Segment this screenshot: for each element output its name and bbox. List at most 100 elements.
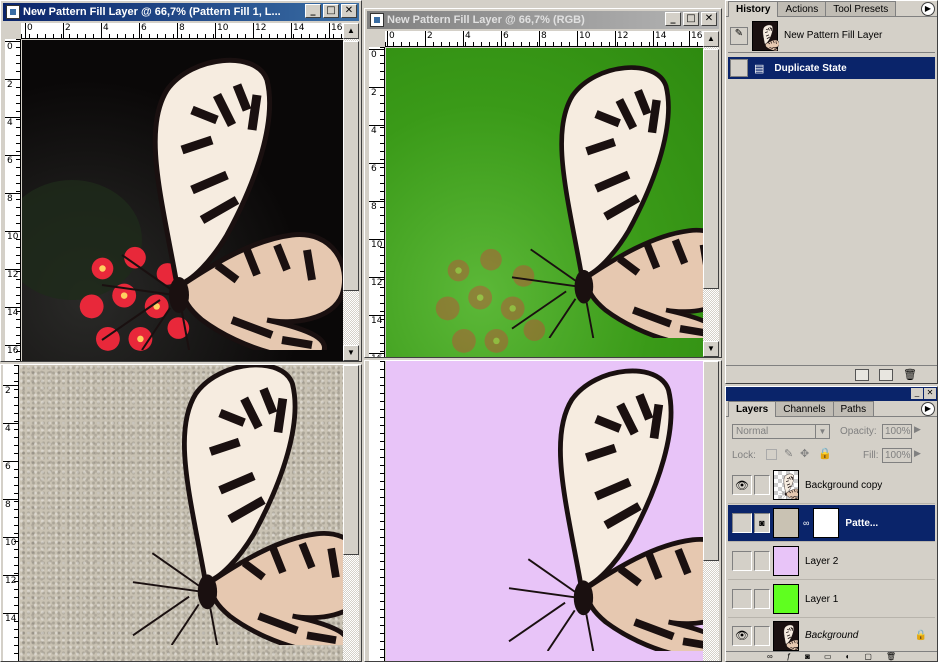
layers-panel-titlebar[interactable]: _ ✕ xyxy=(726,387,937,401)
minimize-button[interactable]: _ xyxy=(305,4,321,18)
lock-transparency-icon[interactable] xyxy=(766,449,777,460)
fill-arrow-icon[interactable]: ▶ xyxy=(914,448,921,459)
panel-minimize-button[interactable]: _ xyxy=(911,388,923,399)
history-state-row[interactable]: ▤ Duplicate State xyxy=(728,57,935,79)
document-window-3[interactable]: 2 4 6 8 10 12 14 xyxy=(0,364,362,662)
ruler-tick: 12 xyxy=(369,277,384,288)
eye-toggle-empty[interactable] xyxy=(732,551,752,571)
panel-close-button[interactable]: ✕ xyxy=(924,388,936,399)
eye-icon[interactable]: 👁 xyxy=(732,475,752,495)
layer-link-box[interactable] xyxy=(754,551,770,571)
canvas-stone-pattern[interactable] xyxy=(20,365,343,661)
maximize-button[interactable]: □ xyxy=(323,4,339,18)
eye-toggle-empty[interactable] xyxy=(732,589,752,609)
adjustment-layer-icon[interactable]: ◐ xyxy=(846,652,851,661)
window-1-titlebar[interactable]: New Pattern Fill Layer @ 66,7% (Pattern … xyxy=(3,3,359,21)
history-snapshot[interactable]: ✎ New Pattern Fill Layer xyxy=(728,19,935,53)
history-source-box[interactable] xyxy=(730,59,748,77)
layer-row[interactable]: Layer 1 xyxy=(728,581,935,618)
vertical-scrollbar[interactable] xyxy=(703,361,719,661)
butterfly-image xyxy=(446,58,703,338)
scroll-down-button[interactable]: ▼ xyxy=(343,345,359,361)
maximize-button[interactable]: □ xyxy=(683,12,699,26)
ruler-tick: 6 xyxy=(369,163,384,174)
brush-icon[interactable]: ◙ xyxy=(754,513,770,533)
vertical-scrollbar[interactable] xyxy=(343,365,359,661)
tab-tool-presets[interactable]: Tool Presets xyxy=(825,1,897,16)
canvas-dark-photo[interactable] xyxy=(22,40,343,361)
history-brush-icon[interactable]: ✎ xyxy=(730,26,748,45)
layer-style-icon[interactable]: ƒ xyxy=(787,652,791,661)
tab-actions[interactable]: Actions xyxy=(777,1,827,16)
opacity-arrow-icon[interactable]: ▶ xyxy=(914,424,921,435)
folder-icon[interactable]: ▭ xyxy=(824,652,832,661)
pattern-fill-thumbnail xyxy=(773,508,799,538)
vertical-ruler[interactable]: 2 4 6 8 10 12 14 xyxy=(3,365,19,661)
tab-paths[interactable]: Paths xyxy=(832,401,875,416)
add-mask-icon[interactable]: ◙ xyxy=(805,652,810,661)
scroll-thumb[interactable] xyxy=(343,365,359,555)
scroll-thumb[interactable] xyxy=(343,41,359,291)
minimize-button[interactable]: _ xyxy=(665,12,681,26)
opacity-input[interactable]: 100% xyxy=(882,424,912,439)
tab-history[interactable]: History xyxy=(728,1,779,17)
canvas-lilac-fill[interactable] xyxy=(386,361,703,661)
canvas-green-fill[interactable] xyxy=(386,48,703,357)
blend-mode-select[interactable]: Normal ▼ xyxy=(732,424,830,439)
vertical-ruler[interactable]: 0 2 4 6 8 10 12 14 16 xyxy=(5,39,21,361)
lock-label: Lock: xyxy=(732,450,756,461)
ruler-tick: 0 xyxy=(387,31,395,46)
panel-menu-arrow-icon[interactable]: ▶ xyxy=(921,402,935,416)
trash-icon[interactable]: 🗑 xyxy=(903,368,917,381)
vertical-ruler[interactable] xyxy=(369,361,385,661)
scroll-thumb[interactable] xyxy=(703,49,719,289)
chevron-down-icon[interactable]: ▼ xyxy=(815,425,829,438)
vertical-ruler[interactable]: 0 2 4 6 8 10 12 14 16 xyxy=(369,47,385,357)
layer-row[interactable]: 👁 Background copy xyxy=(728,467,935,504)
layer-row[interactable]: Layer 2 xyxy=(728,543,935,580)
document-window-2[interactable]: New Pattern Fill Layer @ 66,7% (RGB) _ □… xyxy=(364,8,722,358)
eye-icon[interactable]: 👁 xyxy=(732,625,752,646)
layer-row[interactable]: 👁 Background 🔒 xyxy=(728,617,935,654)
scroll-up-button[interactable]: ▲ xyxy=(343,23,359,39)
ruler-tick: 16 xyxy=(329,23,342,38)
lock-brush-icon[interactable]: ✎ xyxy=(784,447,793,460)
trash-icon[interactable]: 🗑 xyxy=(886,652,896,661)
new-document-icon[interactable] xyxy=(855,368,870,381)
thumbnail-butterfly xyxy=(778,473,798,499)
layer-row-selected[interactable]: ◙ ∞ Patte... xyxy=(728,505,935,542)
tab-channels[interactable]: Channels xyxy=(775,401,834,416)
horizontal-ruler[interactable]: 0 2 4 6 8 10 12 14 16 xyxy=(385,31,703,47)
link-icon[interactable]: ∞ xyxy=(767,652,773,661)
ruler-tick: 0 xyxy=(5,41,20,52)
camera-icon[interactable] xyxy=(879,368,894,381)
scroll-up-button[interactable]: ▲ xyxy=(703,31,719,47)
chain-link-icon[interactable]: ∞ xyxy=(803,518,809,528)
scroll-thumb[interactable] xyxy=(703,361,719,561)
document-window-1[interactable]: New Pattern Fill Layer @ 66,7% (Pattern … xyxy=(0,0,362,362)
layer-link-box[interactable] xyxy=(754,475,770,495)
fill-input[interactable]: 100% xyxy=(882,448,912,463)
ruler-tick: 2 xyxy=(369,87,384,98)
scroll-down-button[interactable]: ▼ xyxy=(703,341,719,357)
new-layer-icon[interactable]: ▢ xyxy=(864,652,872,661)
panel-menu-arrow-icon[interactable]: ▶ xyxy=(921,2,935,16)
vertical-scrollbar[interactable]: ▲ ▼ xyxy=(703,31,719,357)
window-2-titlebar[interactable]: New Pattern Fill Layer @ 66,7% (RGB) _ □… xyxy=(367,11,719,29)
eye-toggle-empty[interactable] xyxy=(732,513,752,533)
tab-layers[interactable]: Layers xyxy=(728,401,777,417)
document-window-4[interactable] xyxy=(364,360,722,662)
layer-mask-thumbnail[interactable] xyxy=(813,508,840,538)
close-button[interactable]: ✕ xyxy=(701,12,717,26)
layer-link-box[interactable] xyxy=(754,589,770,609)
ruler-tick: 14 xyxy=(653,31,666,46)
close-button[interactable]: ✕ xyxy=(341,4,357,18)
layer-link-box[interactable] xyxy=(754,625,770,646)
layers-footer: ∞ ƒ ◙ ▭ ◐ ▢ 🗑 xyxy=(726,651,937,661)
lock-all-icon[interactable]: 🔒 xyxy=(818,447,832,460)
horizontal-ruler[interactable]: 0 2 4 6 8 10 12 14 16 xyxy=(21,23,343,39)
layers-panel-tabs: Layers Channels Paths xyxy=(726,401,937,417)
lock-move-icon[interactable]: ✥ xyxy=(800,447,809,460)
vertical-scrollbar[interactable]: ▲ ▼ xyxy=(343,23,359,361)
ruler-tick: 6 xyxy=(501,31,509,46)
